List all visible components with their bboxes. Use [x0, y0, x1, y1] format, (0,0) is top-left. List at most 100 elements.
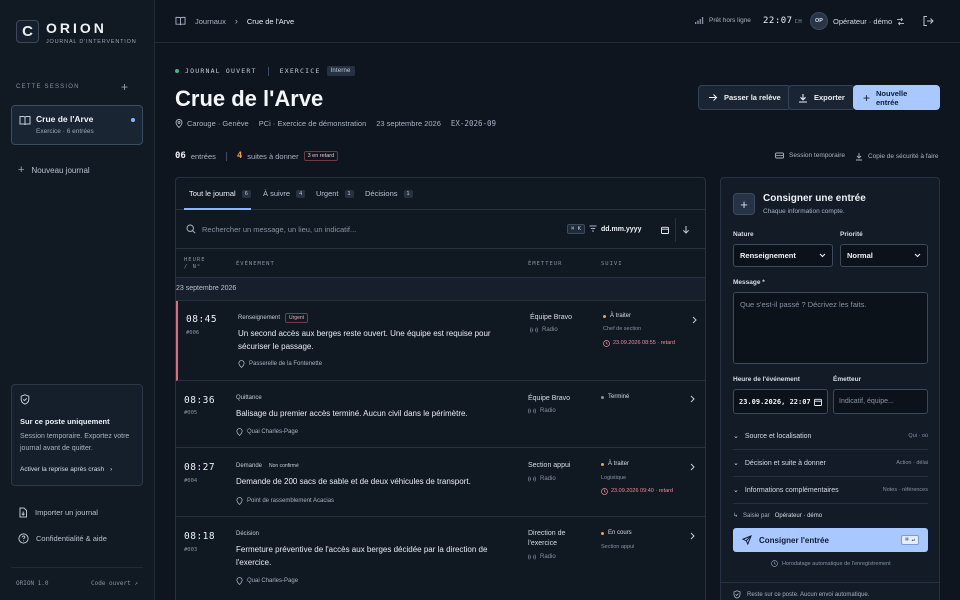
form-footer-note: Reste sur ce poste. Aucun envoi automati…: [733, 590, 869, 599]
accordion-source[interactable]: ⌄ Source et localisation Qui · où: [733, 423, 928, 450]
table-row[interactable]: 08:18 #003 Décision Fermeture préventive…: [176, 517, 705, 600]
chevron-right-icon: [690, 463, 695, 471]
table-row[interactable]: 08:36 #005 Quittance Balisage du premier…: [176, 381, 705, 448]
download-icon: [856, 153, 862, 161]
event-time-input[interactable]: 23.09.2026, 22:07: [733, 389, 828, 414]
nature-select[interactable]: Renseignement: [733, 244, 833, 267]
new-entry-button[interactable]: + Nouvelle entrée: [853, 85, 940, 110]
chevron-right-icon: ›: [234, 16, 238, 26]
plus-icon: +: [863, 90, 871, 105]
local-post-card: Sur ce poste uniquement Session temporai…: [11, 384, 143, 486]
operator-name[interactable]: Opérateur · démo: [833, 17, 892, 26]
calendar-icon[interactable]: [661, 226, 669, 234]
search-icon: [186, 224, 196, 234]
shield-icon: [733, 590, 741, 599]
table-row[interactable]: 08:27 #004 Demande Non confirmé Demande d…: [176, 448, 705, 517]
post-card-title: Sur ce poste uniquement: [20, 417, 110, 426]
plus-icon: +: [18, 164, 25, 176]
tab-bar: Tout le journal 6 À suivre 4 Urgent 1 Décis…: [176, 178, 705, 210]
sort-desc-icon[interactable]: [682, 225, 690, 234]
drive-icon: [775, 152, 784, 159]
chevron-down-icon: [819, 253, 826, 258]
unconfirmed-badge: Non confirmé: [269, 463, 299, 469]
breadcrumb-journaux[interactable]: Journaux: [195, 17, 226, 26]
sidebar-divider: [11, 567, 143, 568]
app-logo: C: [16, 20, 39, 43]
clock-icon: [603, 340, 610, 347]
sidebar-journal-item[interactable]: Crue de l'Arve Exercice · 6 entrées: [11, 105, 143, 145]
plus-icon: +: [733, 193, 755, 215]
location-icon: [175, 119, 183, 128]
col-time: HEURE / N°: [184, 257, 206, 270]
post-card-text: Session temporaire. Exportez votre journ…: [20, 433, 130, 452]
search-input[interactable]: Rechercher un message, un lieu, un indic…: [202, 225, 356, 234]
switch-user-icon[interactable]: [896, 17, 905, 26]
search-shortcut: ⌘ K: [567, 224, 585, 234]
form-subtitle: Chaque information compte.: [763, 208, 845, 215]
calendar-icon[interactable]: [814, 398, 822, 406]
add-session-icon[interactable]: +: [121, 80, 128, 94]
location-icon: [236, 428, 243, 436]
filter-icon[interactable]: [589, 225, 597, 232]
radio-icon: [530, 327, 538, 333]
chevron-right-icon: ›: [110, 466, 113, 473]
journal-list: Tout le journal 6 À suivre 4 Urgent 1 Décis…: [175, 177, 706, 600]
offline-status: Prêt hors ligne: [695, 17, 751, 24]
chevron-down-icon: ⌄: [733, 460, 739, 467]
status-dot: [175, 69, 179, 73]
crash-recovery-link[interactable]: Activer la reprise après crash ›: [20, 466, 112, 473]
message-textarea[interactable]: Que s'est-il passé ? Décrivez les faits.: [733, 292, 928, 364]
accordion-decision[interactable]: ⌄ Décision et suite à donner Action · dé…: [733, 450, 928, 477]
submit-shortcut: ⌘ ↵: [901, 535, 919, 545]
location-icon: [236, 577, 243, 585]
radio-icon: [528, 476, 536, 482]
chevron-right-icon: [690, 395, 695, 403]
tab-follow[interactable]: À suivre 4: [263, 189, 306, 198]
urgent-badge: Urgent: [285, 313, 309, 323]
location-icon: [238, 360, 245, 368]
book-icon: [175, 16, 186, 26]
handover-button[interactable]: Passer la relève: [698, 85, 791, 110]
breadcrumb-current: Crue de l'Arve: [246, 16, 295, 26]
active-dot: [131, 118, 135, 122]
tab-all[interactable]: Tout le journal 6: [189, 189, 251, 198]
tab-decisions[interactable]: Décisions 1: [365, 189, 413, 198]
submit-entry-button[interactable]: Consigner l'entrée ⌘ ↵: [733, 528, 928, 552]
table-row[interactable]: 08:45 #006 Renseignement Urgent Un second…: [176, 301, 705, 381]
avatar[interactable]: OP: [810, 12, 828, 30]
logout-icon[interactable]: [922, 15, 934, 27]
auto-timestamp-note: Horodatage automatique de l'enregistreme…: [771, 560, 891, 567]
chevron-down-icon: ⌄: [733, 433, 739, 440]
privacy-help-button[interactable]: Confidentialité & aide: [18, 533, 107, 544]
app-name: ORION: [46, 20, 107, 36]
open-source-link[interactable]: Code ouvert ↗: [91, 580, 138, 587]
download-icon: [799, 93, 807, 103]
return-icon: ↳: [733, 513, 739, 519]
new-journal-button[interactable]: + Nouveau journal: [18, 164, 90, 176]
signal-icon: [695, 17, 704, 24]
clock-icon: [771, 560, 778, 567]
search-bar: Rechercher un message, un lieu, un indic…: [176, 210, 705, 249]
date-group-header: 23 septembre 2026: [176, 278, 705, 301]
session-temp-indicator: Session temporaire: [775, 152, 845, 159]
file-import-icon: [19, 507, 27, 518]
top-bar: Journaux › Crue de l'Arve Prêt hors lign…: [155, 0, 960, 43]
chevron-down-icon: [914, 253, 921, 258]
import-journal-button[interactable]: Importer un journal: [18, 507, 98, 518]
column-headers: HEURE / N° ÉVÉNEMENT ÉMETTEUR SUIVI: [176, 249, 705, 278]
priority-select[interactable]: Normal: [840, 244, 928, 267]
journal-subtitle: Exercice · 6 entrées: [36, 128, 94, 135]
shield-icon: [20, 394, 30, 405]
date-filter-input[interactable]: dd.mm.yyyy: [601, 223, 671, 236]
emitter-input[interactable]: Indicatif, équipe...: [833, 389, 928, 414]
journal-counts: 06 entrées 4 suites à donner 3 en retard: [175, 151, 339, 161]
help-icon: [18, 533, 29, 544]
session-label: CETTE SESSION: [16, 84, 80, 90]
accordion-info[interactable]: ⌄ Informations complémentaires Notes · r…: [733, 477, 928, 504]
backup-button[interactable]: Copie de sécurité à faire: [855, 152, 938, 161]
tab-urgent[interactable]: Urgent 1: [316, 189, 354, 198]
interne-badge: Interne: [326, 66, 355, 76]
export-button[interactable]: Exporter: [788, 85, 855, 110]
radio-icon: [528, 554, 536, 560]
journal-status: JOURNAL OUVERT EXERCICE Interne: [175, 66, 355, 76]
